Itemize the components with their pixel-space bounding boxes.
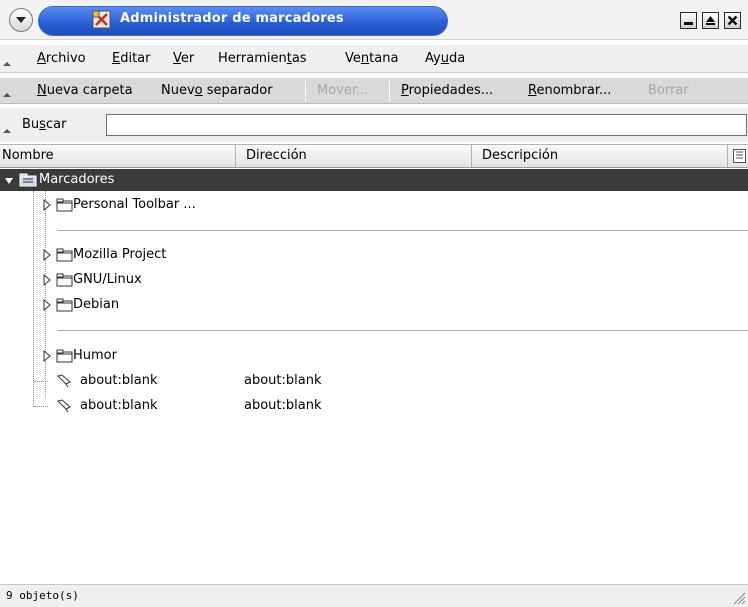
bookmarks-app-icon <box>92 10 111 29</box>
bookmark-name: about:blank <box>80 398 158 413</box>
searchbar-gripper[interactable] <box>0 114 11 138</box>
column-descripcion[interactable]: Descripción <box>472 145 728 167</box>
menubar-gripper[interactable] <box>0 49 11 71</box>
folder-icon <box>56 248 73 262</box>
title-bar[interactable]: Administrador de marcadores <box>0 0 748 40</box>
folder-name: Mozilla Project <box>73 247 167 262</box>
collapse-icon[interactable] <box>4 175 14 187</box>
column-direccion[interactable]: Dirección <box>236 145 472 167</box>
delete-button[interactable]: Borrar <box>648 83 689 98</box>
tree-root-row[interactable]: Marcadores <box>0 169 748 191</box>
window-menu-icon[interactable] <box>9 8 33 32</box>
expand-icon[interactable] <box>42 299 52 311</box>
tree-row-folder[interactable]: Humor <box>0 344 748 369</box>
search-input[interactable] <box>106 114 747 136</box>
column-header: Nombre Dirección Descripción <box>0 144 748 168</box>
menu-editar[interactable]: Editar <box>112 51 151 66</box>
folder-icon <box>56 349 73 363</box>
minimize-icon[interactable] <box>680 12 697 29</box>
properties-button[interactable]: Propiedades... <box>401 83 493 98</box>
menu-bar: Archivo Editar Ver Herramientas Ventana … <box>0 45 748 73</box>
move-button[interactable]: Mover... <box>317 83 368 98</box>
menu-ventana[interactable]: Ventana <box>345 51 398 66</box>
bookmark-icon <box>57 374 71 388</box>
tree-row-folder[interactable]: Mozilla Project <box>0 243 748 268</box>
menu-ver[interactable]: Ver <box>173 51 194 66</box>
folder-name: Debian <box>73 297 120 312</box>
tree-separator[interactable] <box>0 318 748 343</box>
folder-icon <box>56 273 73 287</box>
menu-archivo[interactable]: Archivo <box>37 51 86 66</box>
expand-icon[interactable] <box>42 199 52 211</box>
tree-row-bookmark[interactable]: about:blank about:blank <box>0 369 748 394</box>
status-bar: 9 objeto(s) <box>0 584 748 607</box>
new-separator-button[interactable]: Nuevo separador <box>161 83 273 98</box>
tree-row-folder[interactable]: GNU/Linux <box>0 268 748 293</box>
folder-icon <box>56 198 73 212</box>
toolbar-separator <box>389 81 390 101</box>
bookmark-address: about:blank <box>244 398 322 413</box>
column-picker-icon[interactable] <box>733 149 746 163</box>
toolbar-separator <box>305 81 306 101</box>
status-text: 9 objeto(s) <box>6 589 79 602</box>
expand-icon[interactable] <box>42 249 52 261</box>
tree-root-label: Marcadores <box>39 172 115 187</box>
folder-name: GNU/Linux <box>73 272 142 287</box>
tree-separator[interactable] <box>0 218 748 243</box>
close-icon[interactable] <box>724 12 741 29</box>
resize-grip-icon[interactable] <box>732 589 746 605</box>
toolbar: Nueva carpeta Nuevo separador Mover... P… <box>0 78 748 104</box>
tree-row-folder[interactable]: Debian <box>0 293 748 318</box>
bookmark-name: about:blank <box>80 373 158 388</box>
maximize-icon[interactable] <box>702 12 719 29</box>
folder-name: Humor <box>73 348 117 363</box>
menu-herramientas[interactable]: Herramientas <box>218 51 307 66</box>
bookmark-tree[interactable]: Marcadores Personal Toolbar ... Mozilla … <box>0 169 748 583</box>
folder-icon <box>56 298 73 312</box>
window-title: Administrador de marcadores <box>120 11 344 26</box>
menu-ayuda[interactable]: Ayuda <box>425 51 465 66</box>
bookmark-icon <box>57 399 71 413</box>
expand-icon[interactable] <box>42 350 52 362</box>
tree-row-bookmark[interactable]: about:blank about:blank <box>0 394 748 419</box>
folder-name: Personal Toolbar ... <box>73 197 196 212</box>
bookmarks-folder-icon <box>19 173 37 187</box>
column-nombre[interactable]: Nombre <box>0 145 236 167</box>
search-bar: Buscar <box>0 108 748 142</box>
new-folder-button[interactable]: Nueva carpeta <box>37 83 133 98</box>
expand-icon[interactable] <box>42 274 52 286</box>
rename-button[interactable]: Renombrar... <box>528 83 611 98</box>
search-label: Buscar <box>22 117 67 132</box>
tree-row-folder[interactable]: Personal Toolbar ... <box>0 193 748 218</box>
toolbar-gripper[interactable] <box>0 80 11 102</box>
bookmark-address: about:blank <box>244 373 322 388</box>
